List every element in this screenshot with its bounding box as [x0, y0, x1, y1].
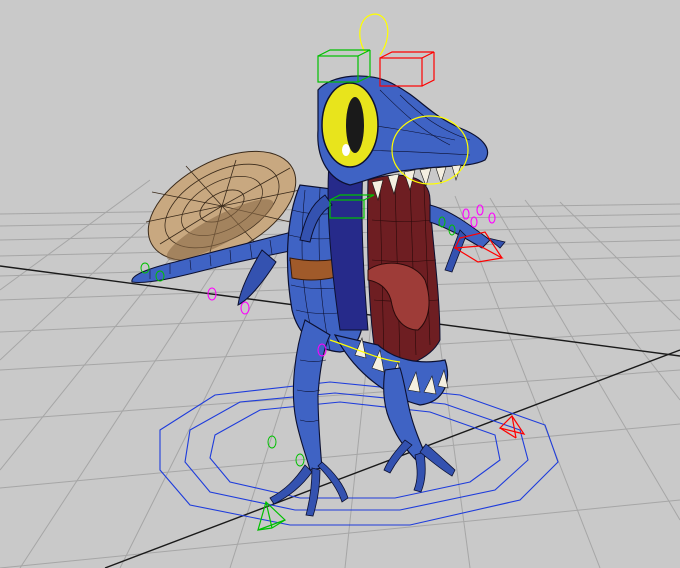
3d-viewport[interactable]: [0, 0, 680, 568]
foot-control-left[interactable]: [257, 500, 287, 531]
